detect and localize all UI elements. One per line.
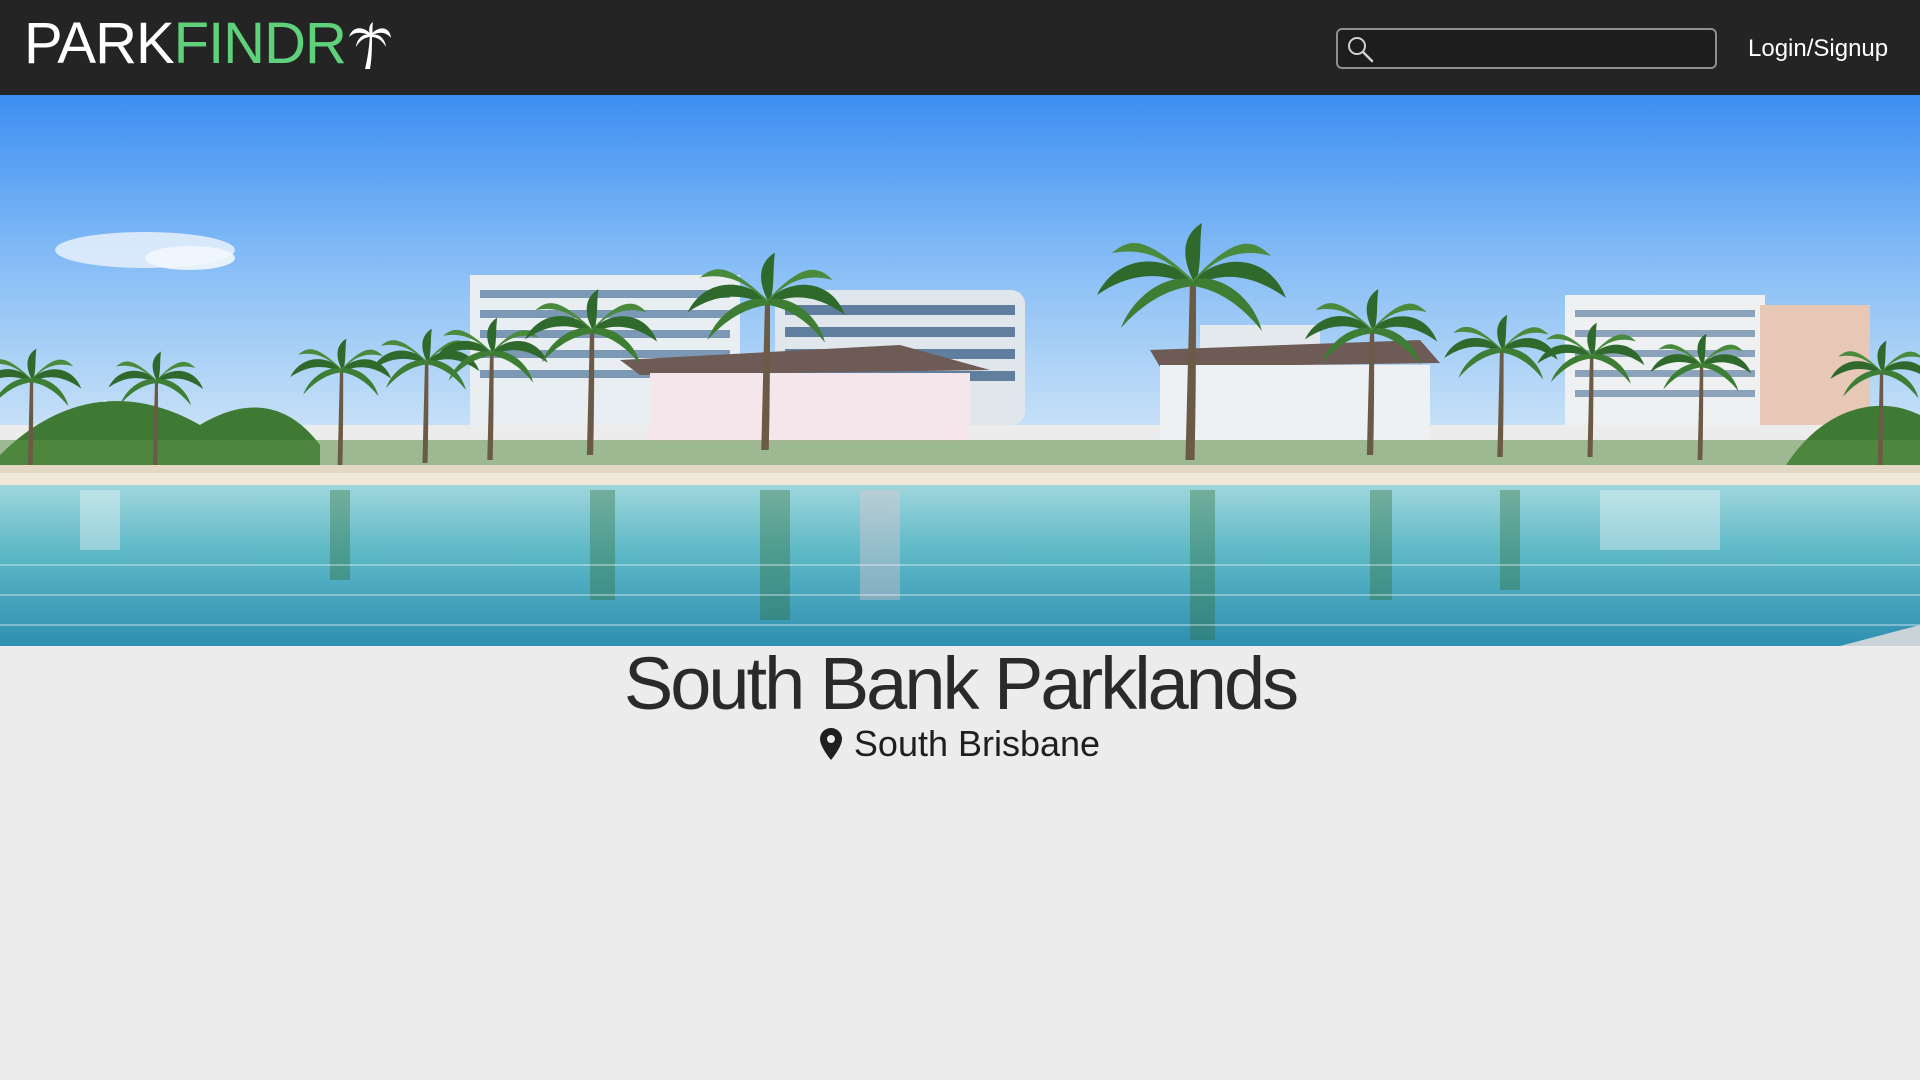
search-icon[interactable] (1346, 35, 1374, 63)
logo-text-park: PARK (24, 11, 175, 76)
site-logo[interactable]: PARK FINDR (24, 14, 392, 74)
search-input[interactable] (1378, 32, 1708, 65)
login-signup-link[interactable]: Login/Signup (1748, 33, 1888, 65)
park-location: South Brisbane (0, 722, 1920, 766)
top-navigation-bar: PARK FINDR Login/Signup (0, 0, 1920, 95)
search-box[interactable] (1336, 28, 1717, 69)
logo-text-findr: FINDR (173, 11, 347, 76)
park-hero-image (0, 95, 1920, 646)
park-title: South Bank Parklands (623, 642, 1299, 725)
palm-tree-icon (348, 22, 391, 69)
map-pin-icon (819, 728, 842, 760)
park-location-text: South Brisbane (853, 723, 1101, 764)
hero-photo (0, 95, 1920, 646)
